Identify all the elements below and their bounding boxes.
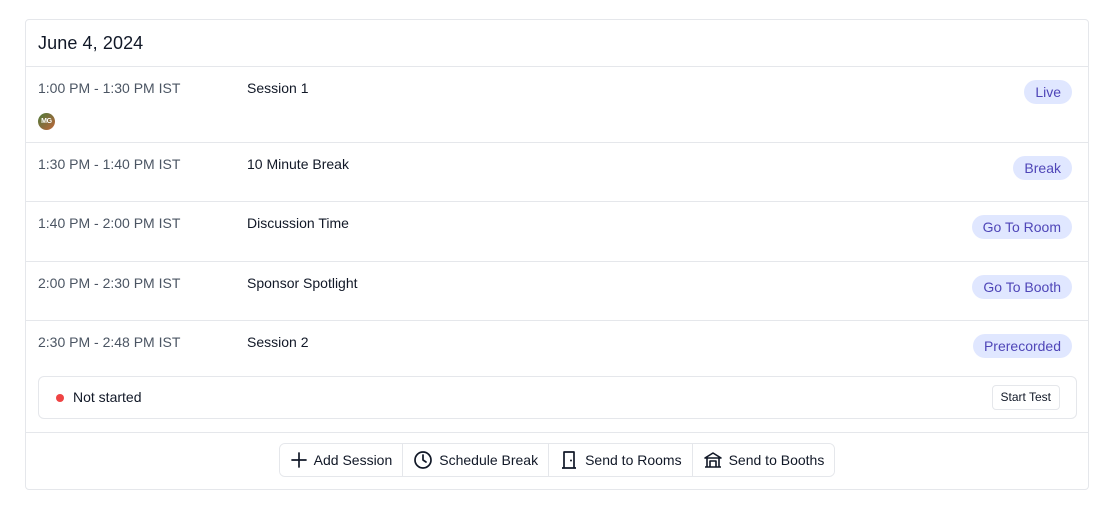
session-row[interactable]: 1:30 PM - 1:40 PM IST 10 Minute Break Br… — [26, 143, 1088, 202]
session-row[interactable]: 1:00 PM - 1:30 PM IST Session 1 Live MG — [26, 67, 1088, 143]
action-button-group: Add Session Schedule Break Send to Rooms — [278, 443, 836, 477]
session-title: Session 2 — [247, 334, 309, 350]
schedule-date: June 4, 2024 — [38, 32, 144, 53]
send-to-booths-label: Send to Booths — [728, 452, 825, 468]
start-test-button[interactable]: Start Test — [991, 385, 1060, 410]
session-row[interactable]: 2:30 PM - 2:48 PM IST Session 2 Prerecor… — [26, 321, 1088, 433]
send-to-rooms-button[interactable]: Send to Rooms — [549, 444, 693, 476]
status-text: Not started — [73, 389, 142, 405]
status-dot-icon — [56, 394, 64, 402]
add-session-button[interactable]: Add Session — [279, 444, 404, 476]
live-badge[interactable]: Live — [1024, 80, 1072, 104]
add-session-label: Add Session — [313, 452, 393, 468]
session-title: Session 1 — [247, 80, 309, 96]
session-title: 10 Minute Break — [247, 156, 349, 172]
session-time: 1:30 PM - 1:40 PM IST — [38, 156, 181, 172]
plus-icon — [290, 452, 307, 468]
prerecorded-badge[interactable]: Prerecorded — [972, 334, 1072, 358]
schedule-actions: Add Session Schedule Break Send to Rooms — [26, 431, 1088, 489]
session-title: Sponsor Spotlight — [247, 275, 358, 291]
schedule-break-button[interactable]: Schedule Break — [403, 444, 550, 476]
session-row[interactable]: 2:00 PM - 2:30 PM IST Sponsor Spotlight … — [26, 262, 1088, 321]
schedule-header: June 4, 2024 — [26, 20, 1088, 67]
schedule-break-label: Schedule Break — [439, 452, 539, 468]
go-to-booth-badge[interactable]: Go To Booth — [972, 275, 1072, 299]
send-to-rooms-label: Send to Rooms — [585, 452, 682, 468]
session-time: 1:40 PM - 2:00 PM IST — [38, 215, 181, 231]
send-to-booths-button[interactable]: Send to Booths — [692, 444, 835, 476]
session-time: 1:00 PM - 1:30 PM IST — [38, 80, 181, 96]
go-to-room-badge[interactable]: Go To Room — [971, 215, 1072, 239]
speaker-avatar[interactable]: MG — [38, 113, 55, 130]
break-badge[interactable]: Break — [1013, 156, 1072, 180]
booth-icon — [703, 452, 722, 468]
schedule-card: June 4, 2024 1:00 PM - 1:30 PM IST Sessi… — [25, 19, 1089, 490]
clock-icon — [414, 451, 433, 469]
session-title: Discussion Time — [247, 215, 349, 231]
prerecorded-status-bar: Not started Start Test — [38, 376, 1077, 419]
session-time: 2:00 PM - 2:30 PM IST — [38, 275, 181, 291]
session-time: 2:30 PM - 2:48 PM IST — [38, 334, 181, 350]
session-row[interactable]: 1:40 PM - 2:00 PM IST Discussion Time Go… — [26, 202, 1088, 262]
door-icon — [562, 451, 577, 469]
